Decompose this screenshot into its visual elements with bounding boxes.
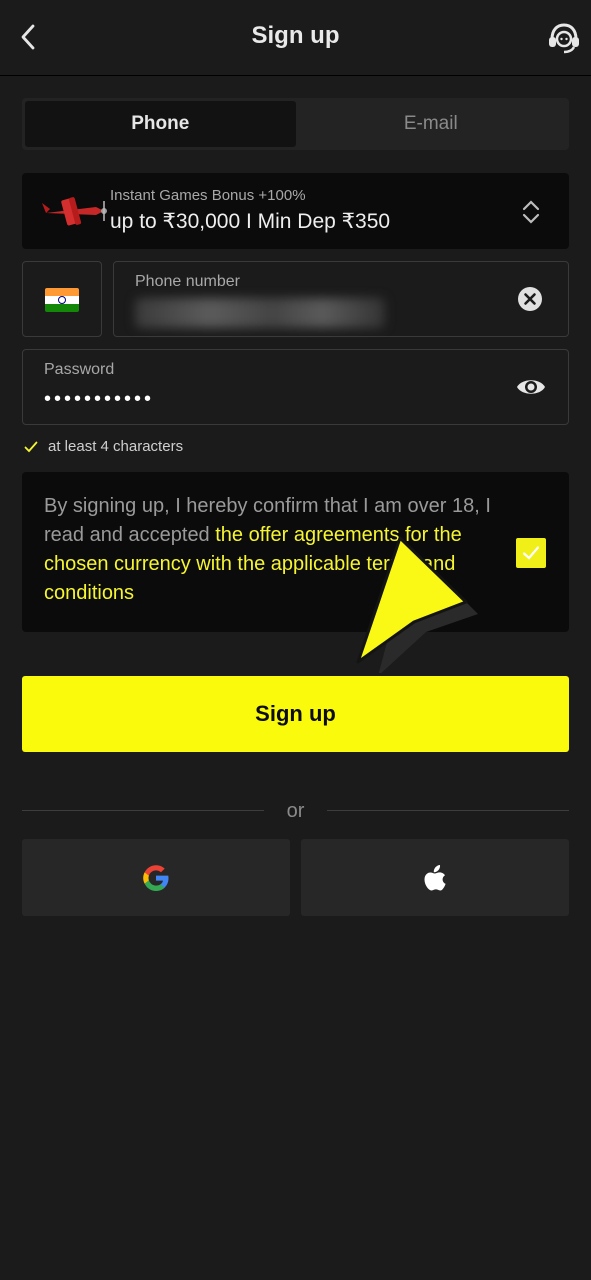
- or-divider: or: [22, 798, 569, 824]
- phone-input[interactable]: [135, 298, 385, 328]
- google-icon: [143, 864, 169, 891]
- auth-method-tabs: Phone E-mail: [22, 98, 569, 150]
- consent-text: By signing up, I hereby confirm that I a…: [44, 492, 504, 608]
- check-icon: [522, 546, 540, 560]
- password-label: Password: [44, 361, 115, 378]
- support-button[interactable]: [546, 20, 582, 56]
- headset-icon: [549, 23, 579, 54]
- bonus-title: up to ₹30,000 I Min Dep ₹350: [110, 210, 391, 233]
- phone-field[interactable]: Phone number: [113, 261, 569, 337]
- password-field[interactable]: Password •••••••••••: [22, 349, 569, 425]
- page-title: Sign up: [251, 22, 340, 49]
- clear-icon[interactable]: [517, 286, 543, 312]
- password-input[interactable]: •••••••••••: [44, 388, 154, 411]
- consent-checkbox[interactable]: [516, 538, 546, 568]
- tab-phone[interactable]: Phone: [25, 101, 296, 147]
- phone-label: Phone number: [135, 273, 240, 290]
- eye-icon[interactable]: [515, 374, 547, 400]
- divider-text: or: [286, 800, 305, 822]
- tab-email[interactable]: E-mail: [296, 101, 567, 147]
- bonus-selector[interactable]: Instant Games Bonus +100% up to ₹30,000 …: [22, 173, 569, 249]
- check-icon: [24, 441, 38, 452]
- header: Sign up: [0, 0, 591, 76]
- bonus-subtitle: Instant Games Bonus +100%: [110, 187, 306, 204]
- sort-icon: [522, 200, 540, 224]
- google-signin-button[interactable]: [22, 839, 290, 916]
- password-hint: at least 4 characters: [24, 438, 183, 455]
- hint-text: at least 4 characters: [48, 438, 184, 455]
- india-flag-icon: [45, 288, 79, 312]
- consent-box: By signing up, I hereby confirm that I a…: [22, 472, 569, 632]
- signup-button[interactable]: Sign up: [22, 676, 569, 752]
- apple-icon: [424, 864, 446, 890]
- plane-icon: [42, 197, 107, 226]
- country-selector[interactable]: [22, 261, 102, 337]
- apple-signin-button[interactable]: [301, 839, 569, 916]
